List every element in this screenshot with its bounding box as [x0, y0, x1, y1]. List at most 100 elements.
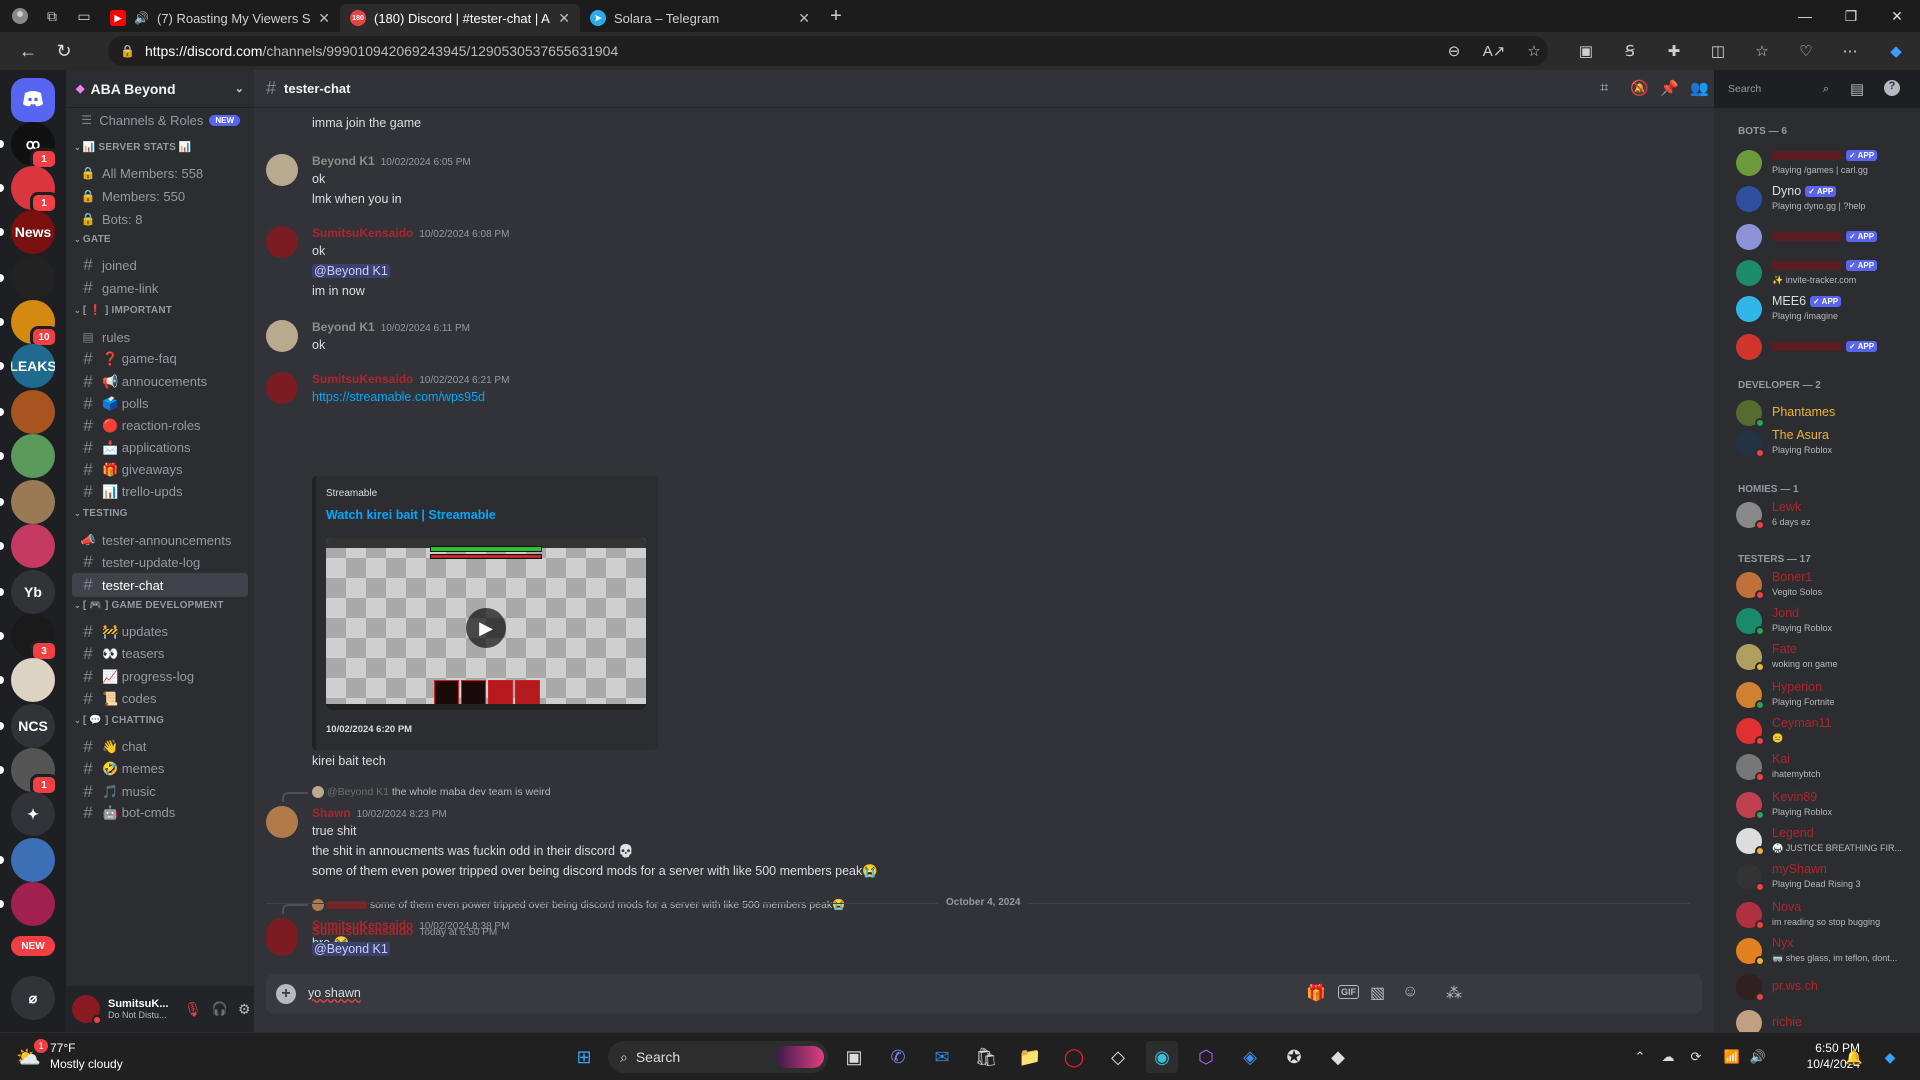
message-author[interactable]: Beyond K1: [312, 320, 375, 334]
app-icon[interactable]: ⬡: [1190, 1041, 1222, 1073]
channel-item[interactable]: # tester-chat: [72, 573, 248, 597]
avatar[interactable]: [266, 372, 298, 404]
headphones-icon[interactable]: 🎧: [212, 1001, 228, 1017]
message-author[interactable]: SumitsuKensaido: [312, 372, 413, 386]
member-item[interactable]: myShawn Playing Dead Rising 3: [1730, 860, 1916, 896]
file-explorer-icon[interactable]: 📁: [1014, 1041, 1046, 1073]
channel-category[interactable]: ⌄ 📊 SERVER STATS 📊: [74, 142, 192, 153]
member-item[interactable]: Kai ihatemybtch: [1730, 750, 1916, 786]
browser-tab-telegram[interactable]: ➤ Solara – Telegram ✕: [580, 4, 820, 32]
member-item[interactable]: ✓ APP ✨ invite-tracker.com: [1730, 256, 1916, 292]
channel-item[interactable]: # 📜 codes: [72, 687, 248, 711]
split-screen-icon[interactable]: ◫: [1706, 39, 1730, 63]
sticker-icon[interactable]: ▧: [1370, 983, 1385, 1003]
guild-header[interactable]: ◆ ABA Beyond ⌄: [66, 70, 254, 108]
browser-essentials-icon[interactable]: ♡: [1794, 39, 1818, 63]
zoom-icon[interactable]: ⊖: [1442, 39, 1466, 63]
pinned-icon[interactable]: 📌: [1660, 79, 1679, 97]
channel-item[interactable]: # 🗳️ polls: [72, 392, 248, 416]
member-item[interactable]: Nyx 🥽 shes glass, im teflon, dont...: [1730, 934, 1916, 970]
avatar[interactable]: [266, 226, 298, 258]
member-item[interactable]: Legend 🥋 JUSTICE BREATHING FIR...: [1730, 824, 1916, 860]
more-icon[interactable]: ⋯: [1838, 39, 1862, 63]
minimize-button[interactable]: —: [1782, 0, 1828, 32]
channel-item[interactable]: # ❓ game-faq: [72, 347, 248, 371]
favorite-star-icon[interactable]: ☆: [1522, 39, 1546, 63]
app-3-icon[interactable]: ✪: [1278, 1041, 1310, 1073]
channel-item[interactable]: # 👋 chat: [72, 735, 248, 759]
close-tab-icon[interactable]: ✕: [318, 10, 330, 27]
restore-button[interactable]: ❐: [1828, 0, 1874, 32]
channel-item[interactable]: # game-link: [72, 276, 248, 300]
member-item[interactable]: richie: [1730, 1006, 1916, 1032]
channel-item[interactable]: # 🎁 giveaways: [72, 458, 248, 482]
browser-tab-discord[interactable]: 180 (180) Discord | #tester-chat | AB ✕: [340, 4, 580, 32]
mute-mic-icon[interactable]: 🎙: [184, 1001, 202, 1018]
search-box[interactable]: Search ⌕: [1722, 78, 1834, 100]
avatar[interactable]: [266, 320, 298, 352]
app-2-icon[interactable]: ◈: [1234, 1041, 1266, 1073]
emoji-icon[interactable]: ☺: [1402, 983, 1418, 1001]
reply-text[interactable]: some of them even power tripped over bei…: [370, 899, 845, 911]
channel-item[interactable]: # tester-update-log: [72, 550, 248, 574]
mute-icon[interactable]: 🔊: [134, 11, 149, 25]
read-aloud-icon[interactable]: A↗: [1482, 39, 1506, 63]
favorites-icon[interactable]: ☆: [1750, 39, 1774, 63]
gift-icon[interactable]: 🎁: [1306, 983, 1326, 1003]
add-attachment-icon[interactable]: +: [276, 984, 296, 1004]
server-icon[interactable]: News: [11, 210, 55, 254]
message-link[interactable]: https://streamable.com/wps95d: [312, 390, 485, 404]
user-mention[interactable]: @Beyond K1: [312, 264, 390, 278]
apps-icon[interactable]: ⁂: [1446, 983, 1462, 1003]
taskbar-search-input[interactable]: Search: [636, 1049, 680, 1065]
stat-channel[interactable]: 🔒 Members: 550: [72, 184, 248, 208]
channel-category[interactable]: ⌄ TESTING: [74, 508, 128, 519]
server-icon[interactable]: [11, 658, 55, 702]
mail-icon[interactable]: ✉: [926, 1041, 958, 1073]
channel-item[interactable]: # 📊 trello-upds: [72, 480, 248, 504]
browser-tab-youtube[interactable]: ▶ 🔊 (7) Roasting My Viewers Sel ✕: [100, 4, 340, 32]
member-item[interactable]: Boner1 Vegito Solos: [1730, 568, 1916, 604]
member-list-icon[interactable]: 👥: [1690, 79, 1709, 97]
member-item[interactable]: MEE6 ✓ APP Playing /imagine: [1730, 292, 1916, 328]
help-icon[interactable]: ?: [1884, 80, 1900, 96]
close-tab-icon[interactable]: ✕: [798, 10, 810, 27]
threads-icon[interactable]: ⌗: [1600, 79, 1608, 96]
channel-item[interactable]: 📣 tester-announcements: [72, 528, 248, 552]
extension-2-icon[interactable]: Ꞩ: [1618, 39, 1642, 63]
message-author[interactable]: SumitsuKensaido: [312, 924, 413, 938]
channel-item[interactable]: # 🚧 updates: [72, 620, 248, 644]
reply-author[interactable]: @Beyond K1: [327, 786, 389, 798]
member-item[interactable]: Hyperion Playing Fortnite: [1730, 678, 1916, 714]
channel-item[interactable]: # 🤖 bot-cmds: [72, 801, 248, 825]
message-author[interactable]: SumitsuKensaido: [312, 226, 413, 240]
server-icon[interactable]: ⌀: [11, 976, 55, 1020]
member-item[interactable]: ✓ APP: [1730, 330, 1916, 366]
stat-channel[interactable]: 🔒 All Members: 558: [72, 161, 248, 185]
notification-bell-icon[interactable]: 🔔: [1838, 1041, 1870, 1073]
channel-item[interactable]: # 📈 progress-log: [72, 665, 248, 689]
channel-item[interactable]: # 📩 applications: [72, 436, 248, 460]
weather-widget[interactable]: ⛅ 1 77°F Mostly cloudy: [12, 1039, 152, 1075]
channel-item[interactable]: ☰ Channels & Roles NEW: [72, 108, 248, 132]
task-view-icon[interactable]: ▣: [838, 1041, 870, 1073]
server-icon[interactable]: Yb: [11, 570, 55, 614]
channel-category[interactable]: ⌄ GATE: [74, 234, 111, 245]
server-icon[interactable]: LEAKS: [11, 344, 55, 388]
server-icon[interactable]: [11, 524, 55, 568]
member-item[interactable]: pr.ws.ch: [1730, 970, 1916, 1006]
sync-icon[interactable]: ⟳: [1680, 1041, 1712, 1073]
avatar[interactable]: [266, 806, 298, 838]
member-item[interactable]: Lewk 6 days ez: [1730, 498, 1916, 534]
server-icon[interactable]: NCS: [11, 704, 55, 748]
back-icon[interactable]: ←: [10, 33, 46, 69]
edge-icon[interactable]: ◉: [1146, 1041, 1178, 1073]
message-author[interactable]: Shawn: [312, 806, 351, 820]
embed-title[interactable]: Watch kirei bait | Streamable: [326, 508, 496, 522]
member-item[interactable]: Jond Playing Roblox: [1730, 604, 1916, 640]
taskbar-search[interactable]: ⌕ Search: [608, 1041, 828, 1073]
server-icon[interactable]: [11, 256, 55, 300]
teams-icon[interactable]: ✆: [882, 1041, 914, 1073]
server-icon[interactable]: [11, 838, 55, 882]
close-window-button[interactable]: ✕: [1874, 0, 1920, 32]
